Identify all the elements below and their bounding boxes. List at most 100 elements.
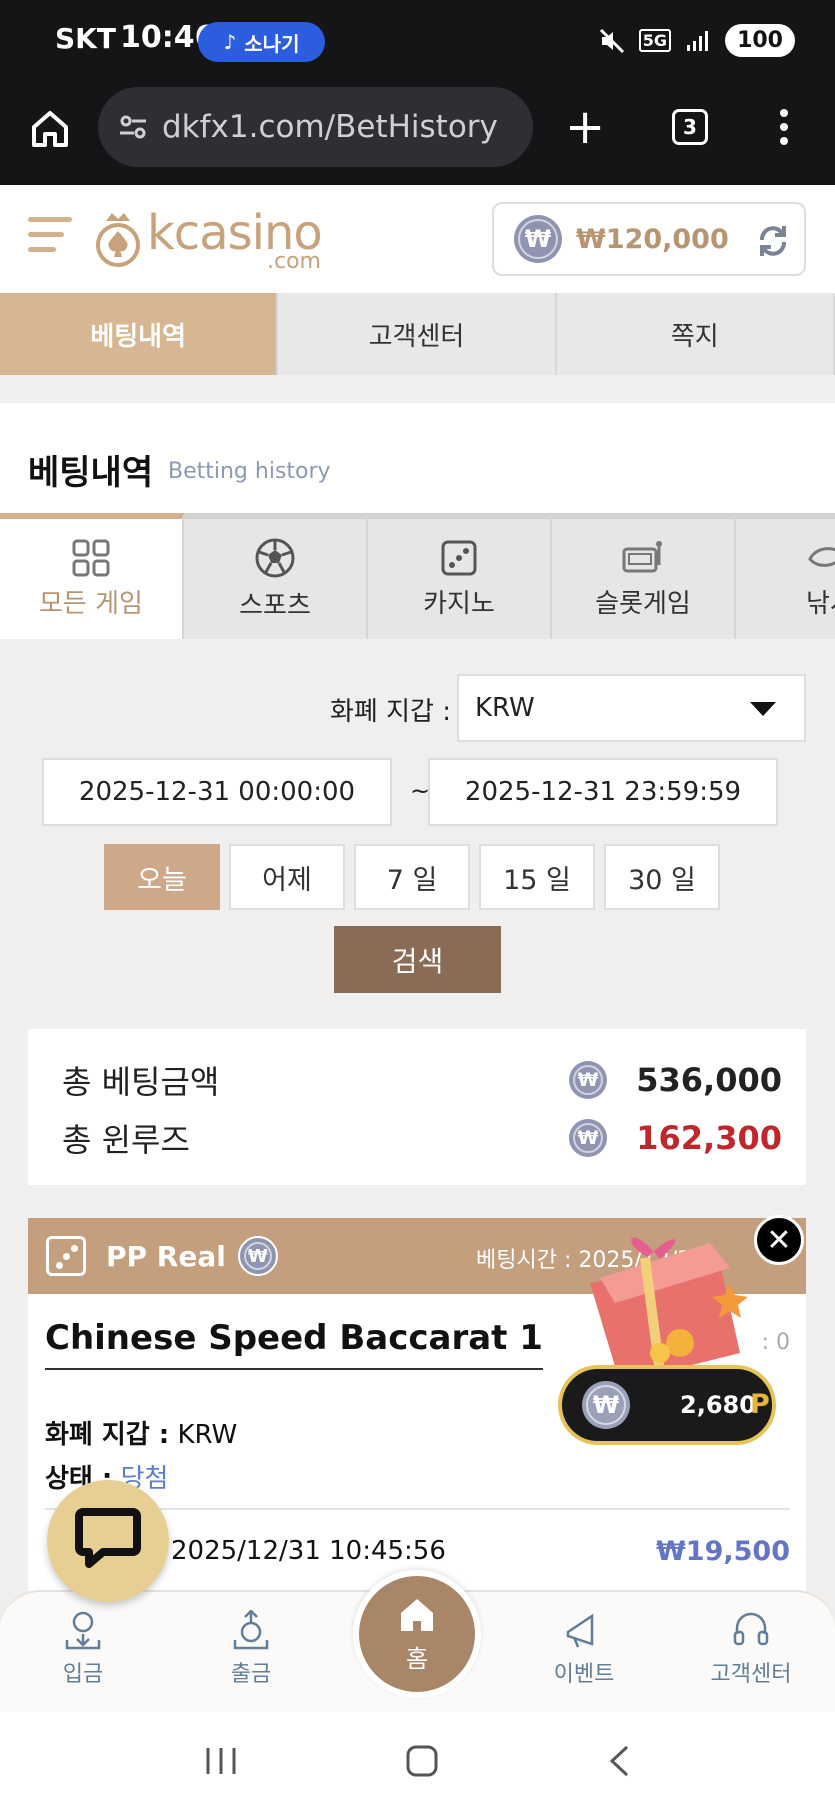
promo-widget[interactable]: ✕ ₩ 2,680 P: [550, 1215, 810, 1480]
win-loss-label: 총 윈루즈: [62, 1121, 190, 1159]
quick-yesterday-button[interactable]: 어제: [229, 844, 345, 910]
tab-count-button[interactable]: 3: [672, 109, 708, 145]
now-playing-pill[interactable]: ♪ 소나기: [198, 22, 325, 62]
tab-all-games[interactable]: 모든 게임: [0, 513, 184, 639]
back-icon[interactable]: [607, 1744, 631, 1778]
tab-label: 스포츠: [239, 590, 311, 621]
nav-support[interactable]: 고객센터: [696, 1610, 806, 1688]
nav-withdraw[interactable]: 출금: [196, 1610, 306, 1688]
quick-15days-button[interactable]: 15 일: [479, 844, 595, 910]
provider-name: PP Real: [106, 1239, 226, 1273]
carrier-label: SKT: [55, 22, 116, 55]
home-button-icon[interactable]: [405, 1744, 439, 1778]
tab-betting-history[interactable]: 베팅내역: [0, 293, 279, 375]
page-title: 베팅내역: [28, 453, 154, 493]
home-icon[interactable]: [28, 107, 72, 151]
signal-icon: [687, 30, 709, 51]
chat-button[interactable]: [47, 1480, 169, 1602]
grid-icon: [72, 539, 110, 576]
dice-icon: [441, 540, 477, 575]
withdraw-icon: [233, 1610, 269, 1650]
dice-icon: [46, 1236, 86, 1276]
tab-slots[interactable]: 슬롯게임: [552, 513, 736, 639]
url-text: dkfx1.com/BetHistory: [162, 109, 498, 145]
points-unit: P: [750, 1389, 770, 1420]
nav-deposit[interactable]: 입금: [28, 1610, 138, 1688]
network-label: 5G: [638, 29, 672, 52]
now-playing-label: 소나기: [244, 31, 300, 56]
page-subtitle: Betting history: [168, 459, 331, 484]
bet-date: 2025/12/31 10:45:56: [171, 1536, 446, 1566]
slot-machine-icon: [622, 540, 662, 572]
nav-label: 이벤트: [553, 1662, 615, 1687]
new-tab-icon[interactable]: +: [565, 103, 605, 151]
system-nav-bar: [0, 1712, 835, 1810]
won-coin-icon: ₩: [514, 215, 562, 263]
tab-casino[interactable]: 카지노: [368, 513, 552, 639]
quick-30days-button[interactable]: 30 일: [604, 844, 720, 910]
nav-label: 입금: [62, 1662, 104, 1687]
currency-value: KRW: [177, 1420, 238, 1450]
tab-label: 모든 게임: [39, 588, 143, 619]
section-header: 베팅내역 Betting history: [0, 403, 835, 513]
points-amount: 2,680: [680, 1391, 756, 1419]
logo-spade-icon: [96, 213, 140, 267]
won-coin-icon: ₩: [237, 1236, 278, 1276]
date-to-input[interactable]: 2025-12-31 23:59:59: [428, 758, 778, 826]
headset-icon: [733, 1612, 769, 1646]
nav-label: 홈: [405, 1644, 429, 1673]
tab-customer-center[interactable]: 고객센터: [278, 293, 557, 375]
status-bar: SKT 10:46 ♪ 소나기 5G 100: [0, 0, 835, 85]
kcasino-logo[interactable]: kcasino .com: [92, 205, 332, 274]
kebab-menu-icon[interactable]: [778, 107, 790, 147]
chat-bubble-icon: [75, 1508, 141, 1568]
music-note-icon: ♪: [223, 30, 237, 54]
date-from-input[interactable]: 2025-12-31 00:00:00: [42, 758, 392, 826]
tab-sports[interactable]: 스포츠: [184, 513, 368, 639]
balance-amount: ₩120,000: [576, 223, 729, 255]
status-icons: 5G 100: [599, 24, 795, 57]
won-coin-icon: ₩: [569, 1119, 607, 1157]
quick-7days-button[interactable]: 7 일: [354, 844, 470, 910]
wallet-balance[interactable]: ₩ ₩120,000: [492, 202, 806, 276]
currency-row: 화폐 지갑 : KRW: [45, 1414, 237, 1451]
nav-label: 출금: [230, 1662, 272, 1687]
search-button[interactable]: 검색: [334, 926, 501, 993]
nav-event[interactable]: 이벤트: [529, 1610, 639, 1688]
soccer-ball-icon: [255, 538, 295, 577]
logo-domain: .com: [267, 249, 321, 274]
tab-messages[interactable]: 쪽지: [557, 293, 835, 375]
points-pill[interactable]: ₩ 2,680 P: [558, 1365, 776, 1445]
currency-value: KRW: [475, 693, 535, 723]
currency-label: 화폐 지갑 :: [330, 697, 451, 727]
currency-label: 화폐 지갑 :: [45, 1420, 170, 1450]
caret-down-icon: [750, 702, 776, 716]
close-icon[interactable]: ✕: [754, 1215, 804, 1265]
fish-icon: [808, 546, 835, 567]
refresh-icon[interactable]: [754, 222, 792, 260]
game-title: Chinese Speed Baccarat 1: [45, 1318, 543, 1370]
recents-icon[interactable]: [204, 1746, 238, 1776]
tab-label: 카지노: [423, 588, 495, 619]
bottom-nav: 입금 출금 홈 이벤트 고객센터: [0, 1570, 835, 1712]
won-coin-icon: ₩: [582, 1381, 630, 1429]
battery-badge: 100: [725, 24, 795, 57]
site-settings-icon[interactable]: [118, 112, 148, 142]
top-nav: 베팅내역 고객센터 쪽지: [0, 293, 835, 375]
home-icon: [401, 1598, 433, 1631]
win-loss-value: 162,300: [636, 1119, 782, 1157]
mute-icon: [599, 28, 624, 53]
quick-today-button[interactable]: 오늘: [104, 844, 220, 910]
deposit-icon: [65, 1611, 101, 1650]
nav-label: 고객센터: [710, 1662, 792, 1687]
bet-amount: ₩19,500: [656, 1536, 790, 1567]
total-bet-value: 536,000: [636, 1061, 782, 1099]
megaphone-icon: [566, 1613, 594, 1648]
summary-box: 총 베팅금액 ₩ 536,000 총 윈루즈 ₩ 162,300: [28, 1029, 806, 1185]
browser-toolbar: dkfx1.com/BetHistory + 3: [0, 85, 835, 185]
currency-select[interactable]: KRW: [457, 674, 806, 742]
address-bar[interactable]: dkfx1.com/BetHistory: [98, 87, 533, 167]
hamburger-menu-icon[interactable]: [28, 217, 72, 261]
nav-home[interactable]: 홈: [353, 1570, 481, 1698]
tab-fishing[interactable]: 낚시: [736, 513, 835, 639]
